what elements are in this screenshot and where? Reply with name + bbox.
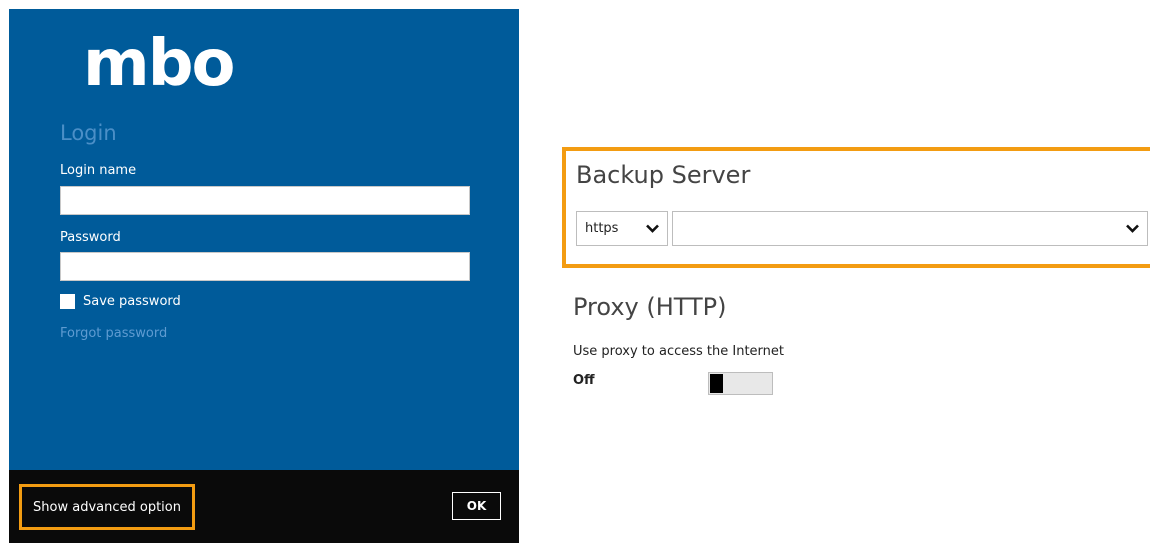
password-input[interactable] — [60, 252, 470, 281]
protocol-value: https — [585, 221, 619, 236]
login-heading: Login — [60, 121, 117, 145]
mbo-logo: mbo — [83, 27, 235, 101]
backup-server-title: Backup Server — [576, 161, 751, 189]
proxy-toggle[interactable] — [708, 372, 773, 395]
password-label: Password — [60, 230, 121, 245]
save-password-row[interactable]: Save password — [60, 294, 181, 309]
show-advanced-option-label: Show advanced option — [33, 499, 181, 515]
protocol-select[interactable]: https — [576, 211, 668, 246]
backup-server-section: Backup Server https — [562, 147, 1150, 268]
login-name-label: Login name — [60, 163, 137, 178]
backup-server-host-select[interactable] — [672, 211, 1148, 246]
proxy-state-label: Off — [573, 373, 595, 388]
proxy-title: Proxy (HTTP) — [573, 293, 727, 321]
ok-button[interactable]: OK — [452, 492, 501, 520]
save-password-label: Save password — [83, 294, 181, 309]
chevron-down-icon — [1126, 222, 1139, 236]
chevron-down-icon — [646, 222, 659, 236]
forgot-password-link[interactable]: Forgot password — [60, 326, 167, 341]
save-password-checkbox[interactable] — [60, 294, 75, 309]
toggle-knob — [710, 374, 723, 393]
proxy-description: Use proxy to access the Internet — [573, 344, 785, 359]
login-footer: Show advanced option OK — [9, 470, 519, 543]
show-advanced-option-button[interactable]: Show advanced option — [19, 484, 195, 530]
login-name-input[interactable] — [60, 186, 470, 215]
login-panel: mbo Login Login name Password Save passw… — [9, 9, 519, 470]
